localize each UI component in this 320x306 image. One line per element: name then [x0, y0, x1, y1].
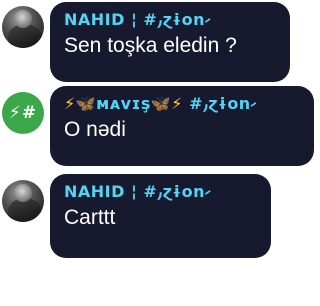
- lightning-icon: ⚡: [171, 94, 183, 113]
- user-avatar-nahid[interactable]: [2, 6, 44, 48]
- lightning-icon: ⚡: [64, 94, 76, 113]
- message-text: Carttt: [64, 206, 116, 229]
- message-1: NAHID ¦ #⹜ɀɨon⹝ Sen toşka eledin ?: [0, 0, 320, 86]
- avatar-initials: ⚡#: [8, 103, 38, 123]
- chat-thread: NAHID ¦ #⹜ɀɨon⹝ Sen toşka eledin ? ⚡# ⚡🦋…: [0, 0, 320, 306]
- message-text: O nədi: [64, 118, 126, 141]
- message-bubble: NAHID ¦ #⹜ɀɨon⹝ Sen toşka eledin ?: [50, 2, 290, 82]
- message-text: Sen toşka eledin ?: [64, 34, 237, 57]
- butterfly-icon: 🦋: [150, 94, 172, 113]
- author-name-text: ᴍᴀᴠɪş: [96, 94, 151, 113]
- author-tag: #⹜ɀɨon⹝: [183, 94, 257, 113]
- butterfly-icon: 🦋: [75, 94, 97, 113]
- author-name[interactable]: ⚡🦋ᴍᴀᴠɪş🦋⚡ #⹜ɀɨon⹝: [64, 94, 298, 114]
- author-name[interactable]: NAHID ¦ #⹜ɀɨon⹝: [64, 10, 274, 30]
- message-bubble: NAHID ¦ #⹜ɀɨon⹝ Carttt: [50, 174, 271, 258]
- message-2: ⚡# ⚡🦋ᴍᴀᴠɪş🦋⚡ #⹜ɀɨon⹝ O nədi: [0, 86, 320, 170]
- user-avatar-mavis[interactable]: ⚡#: [2, 92, 44, 134]
- author-name[interactable]: NAHID ¦ #⹜ɀɨon⹝: [64, 182, 255, 202]
- message-3: NAHID ¦ #⹜ɀɨon⹝ Carttt: [0, 172, 320, 262]
- user-avatar-nahid[interactable]: [2, 180, 44, 222]
- message-bubble: ⚡🦋ᴍᴀᴠɪş🦋⚡ #⹜ɀɨon⹝ O nədi: [50, 86, 314, 166]
